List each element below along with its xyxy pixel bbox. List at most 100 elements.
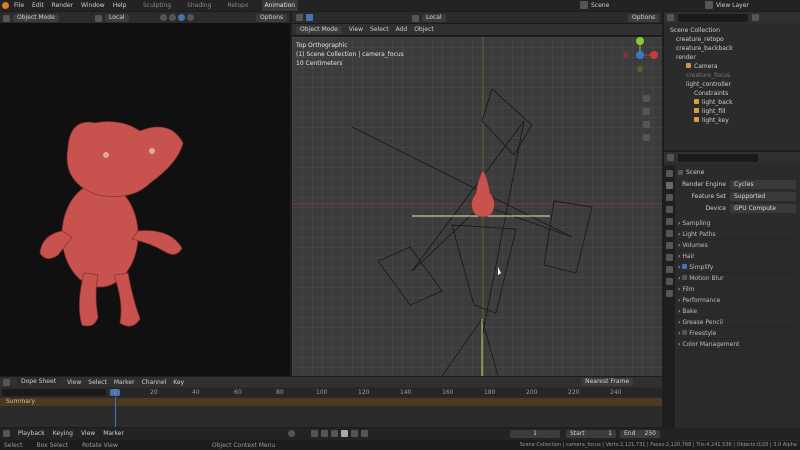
- viewport-shading-wire-icon[interactable]: [160, 14, 167, 21]
- section-volumes[interactable]: › Volumes: [678, 240, 798, 251]
- camera-view-icon[interactable]: [643, 121, 650, 128]
- menu-add[interactable]: Add: [396, 26, 408, 33]
- section-sampling[interactable]: › Sampling: [678, 218, 798, 229]
- render-tab-icon[interactable]: [666, 182, 673, 189]
- menu-view[interactable]: View: [349, 26, 363, 33]
- timeline-menu-marker[interactable]: Marker: [103, 430, 124, 437]
- current-frame-marker[interactable]: 1: [110, 389, 120, 396]
- dope-menu-marker[interactable]: Marker: [114, 379, 135, 386]
- timeline-menu-playback[interactable]: Playback: [18, 430, 45, 437]
- section-performance[interactable]: › Performance: [678, 295, 798, 306]
- dope-menu-key[interactable]: Key: [173, 379, 184, 386]
- tab-sculpting[interactable]: Sculpting: [140, 0, 174, 11]
- section-freestyle[interactable]: › Freestyle: [678, 328, 798, 339]
- blender-logo-icon[interactable]: [2, 2, 9, 9]
- section-color-management[interactable]: › Color Management: [678, 339, 798, 350]
- menu-help[interactable]: Help: [113, 2, 127, 9]
- jump-start-icon[interactable]: [311, 430, 318, 437]
- menu-file[interactable]: File: [14, 2, 24, 9]
- pan-hand-icon[interactable]: [643, 108, 650, 115]
- properties-editor-icon[interactable]: [667, 154, 674, 161]
- view-layer-name[interactable]: View Layer: [716, 2, 749, 9]
- end-frame-field[interactable]: End 250: [620, 430, 660, 438]
- main-options-button[interactable]: Options: [628, 14, 660, 22]
- transform-orientation-icon[interactable]: [95, 14, 102, 22]
- outliner-item[interactable]: render: [664, 53, 800, 62]
- output-tab-icon[interactable]: [666, 194, 673, 201]
- scene-tab-icon[interactable]: [666, 218, 673, 225]
- render-preview-viewport[interactable]: [0, 23, 290, 376]
- editor-type-icon[interactable]: [3, 430, 10, 437]
- main-orientation-select[interactable]: Local: [422, 14, 446, 22]
- record-icon[interactable]: [288, 430, 295, 437]
- 3d-viewport[interactable]: Top Orthographic (1) Scene Collection | …: [292, 37, 662, 376]
- current-frame-field[interactable]: 1: [510, 430, 560, 438]
- outliner-item[interactable]: creature_focus: [664, 71, 800, 80]
- world-tab-icon[interactable]: [666, 230, 673, 237]
- tab-shading[interactable]: Shading: [184, 0, 214, 11]
- left-orientation-select[interactable]: Local: [105, 14, 129, 22]
- outliner-item[interactable]: light_back: [664, 98, 800, 107]
- viewport-shading-solid-icon[interactable]: [169, 14, 176, 21]
- jump-end-icon[interactable]: [361, 430, 368, 437]
- scene-name[interactable]: Scene: [591, 2, 609, 9]
- outliner-item[interactable]: light_fill: [664, 107, 800, 116]
- menu-object[interactable]: Object: [414, 26, 434, 33]
- prev-keyframe-icon[interactable]: [321, 430, 328, 437]
- device-select[interactable]: GPU Compute: [730, 203, 796, 213]
- summary-row[interactable]: Summary: [0, 398, 662, 406]
- menu-edit[interactable]: Edit: [32, 2, 44, 9]
- left-options-button[interactable]: Options: [256, 14, 288, 22]
- left-mode-select[interactable]: Object Mode: [13, 14, 59, 22]
- tab-retopo[interactable]: Retopo: [224, 0, 251, 11]
- section-hair[interactable]: › Hair: [678, 251, 798, 262]
- outliner-item[interactable]: creature_backback: [664, 44, 800, 53]
- render-engine-select[interactable]: Cycles: [730, 179, 796, 189]
- viewport-shading-rendered-icon[interactable]: [187, 14, 194, 21]
- dope-menu-channel[interactable]: Channel: [142, 379, 167, 386]
- play-reverse-icon[interactable]: [331, 430, 338, 437]
- outliner-item[interactable]: creature_retopo: [664, 35, 800, 44]
- checkbox-icon[interactable]: [682, 275, 688, 280]
- editor-type-icon[interactable]: [296, 14, 303, 21]
- dope-search-input[interactable]: [2, 389, 106, 396]
- physics-tab-icon[interactable]: [666, 266, 673, 273]
- tool-tab-icon[interactable]: [666, 170, 673, 177]
- menu-window[interactable]: Window: [81, 2, 105, 9]
- section-light-paths[interactable]: › Light Paths: [678, 229, 798, 240]
- viewport-shading-material-icon[interactable]: [178, 14, 185, 21]
- tab-animation[interactable]: Animation: [261, 0, 299, 11]
- section-bake[interactable]: › Bake: [678, 306, 798, 317]
- menu-select[interactable]: Select: [370, 26, 389, 33]
- properties-search-input[interactable]: [678, 153, 758, 162]
- main-mode-select[interactable]: Object Mode: [296, 25, 342, 34]
- view-layer-tab-icon[interactable]: [666, 206, 673, 213]
- play-icon[interactable]: [341, 430, 348, 437]
- outliner-item[interactable]: light_key: [664, 116, 800, 125]
- transform-orientation-icon[interactable]: [412, 14, 419, 22]
- snap-select[interactable]: Nearest Frame: [581, 378, 634, 386]
- constraint-tab-icon[interactable]: [666, 278, 673, 285]
- grid-toggle-icon[interactable]: [643, 134, 650, 141]
- next-keyframe-icon[interactable]: [351, 430, 358, 437]
- checkbox-icon[interactable]: [682, 330, 688, 335]
- frame-ruler[interactable]: 1 20 40 60 80 100 120 140 160 180 200 22…: [110, 388, 662, 397]
- outliner-item[interactable]: Constraints: [664, 89, 800, 98]
- data-tab-icon[interactable]: [666, 290, 673, 297]
- outliner-item[interactable]: Camera: [664, 62, 800, 71]
- dope-menu-view[interactable]: View: [67, 379, 81, 386]
- checkbox-icon[interactable]: [682, 264, 688, 269]
- modifier-tab-icon[interactable]: [666, 254, 673, 261]
- object-tab-icon[interactable]: [666, 242, 673, 249]
- start-frame-field[interactable]: Start 1: [566, 430, 616, 438]
- section-simplify[interactable]: › Simplify: [678, 262, 798, 273]
- outliner-item[interactable]: light_controller: [664, 80, 800, 89]
- timeline-menu-view[interactable]: View: [81, 430, 95, 437]
- feature-set-select[interactable]: Supported: [730, 191, 796, 201]
- dopesheet-mode-select[interactable]: Dope Sheet: [17, 378, 61, 386]
- select-tool-icon[interactable]: [306, 14, 313, 21]
- outliner-search-input[interactable]: [678, 13, 748, 22]
- outliner-editor-icon[interactable]: [667, 14, 674, 21]
- section-grease-pencil[interactable]: › Grease Pencil: [678, 317, 798, 328]
- menu-render[interactable]: Render: [52, 2, 73, 9]
